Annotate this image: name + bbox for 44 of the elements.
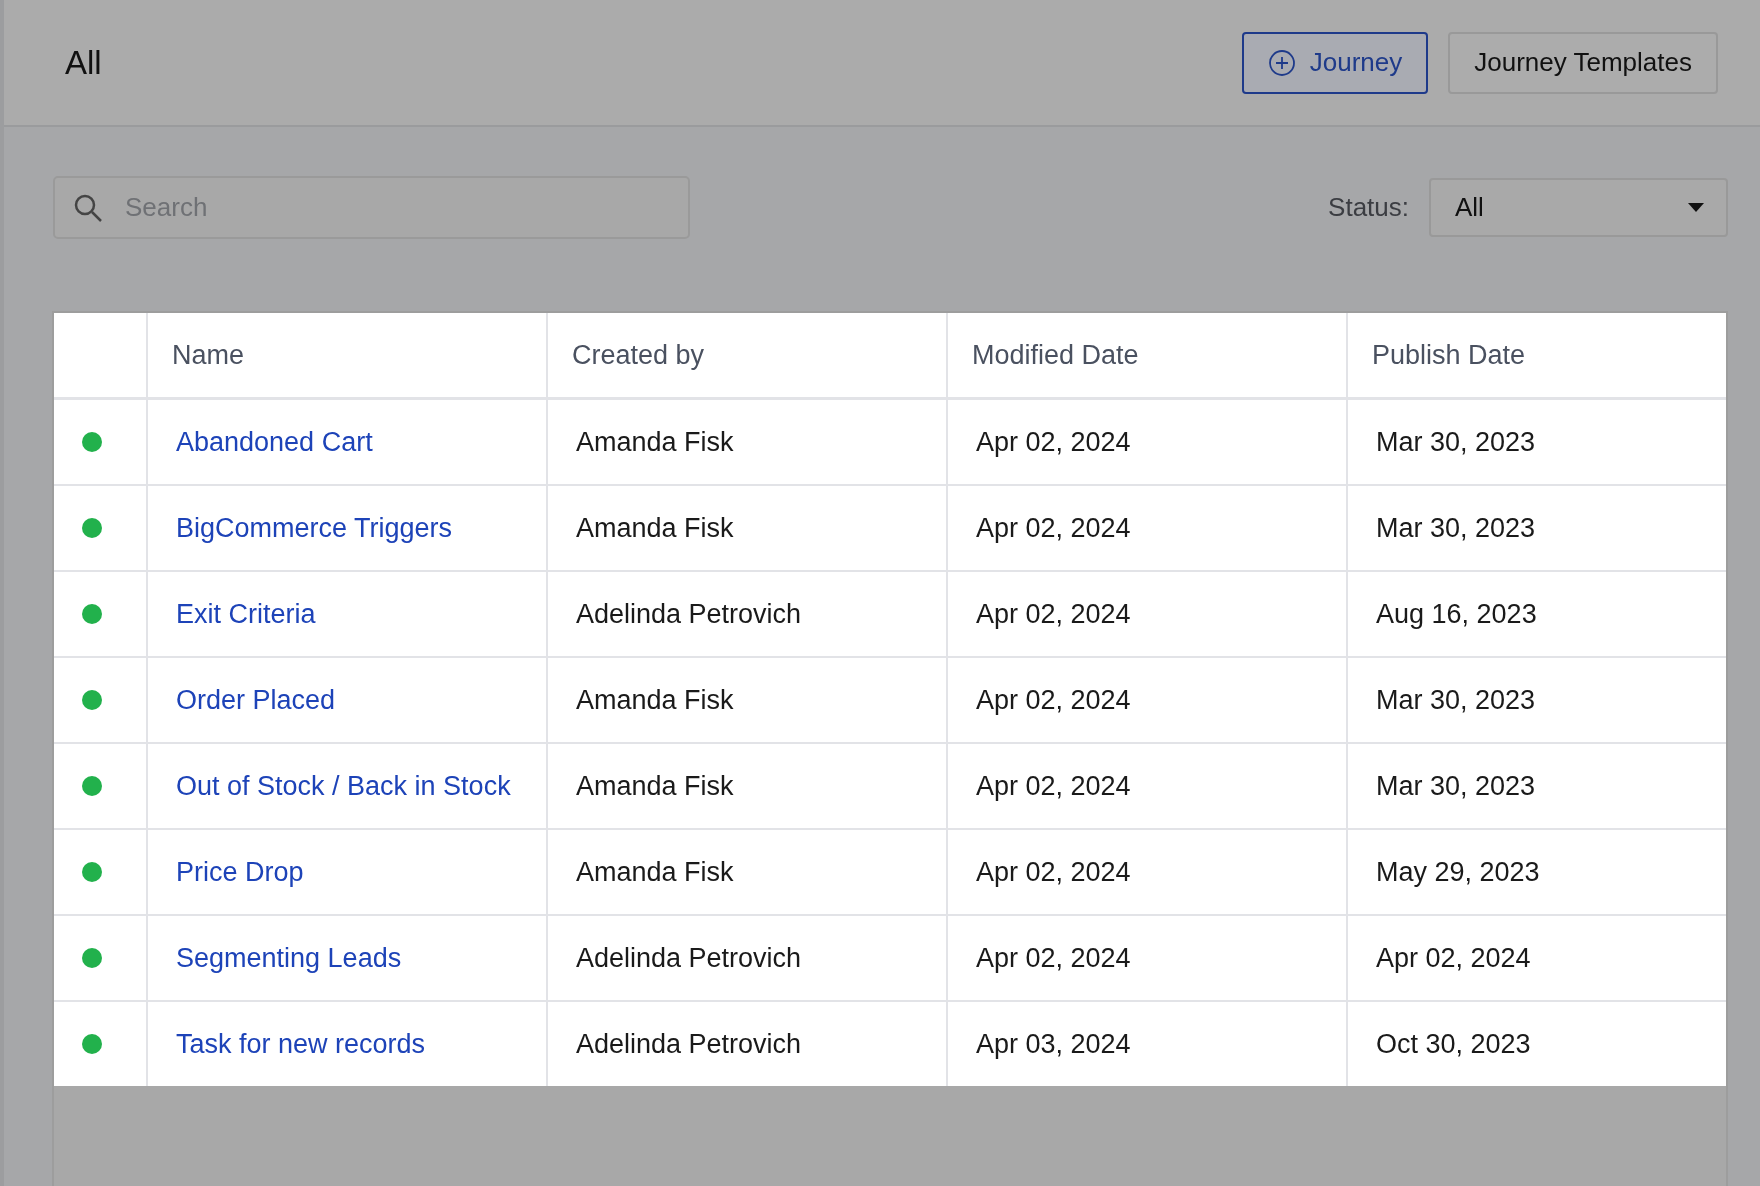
publish-date-text: May 29, 2023: [1376, 856, 1540, 887]
caret-icon: [1688, 203, 1704, 212]
templates-button[interactable]: Journey Templates: [1448, 31, 1718, 94]
journey-link[interactable]: Abandoned Cart: [176, 426, 373, 457]
journey-link[interactable]: Price Drop: [176, 856, 304, 887]
modified-date-text: Apr 02, 2024: [976, 512, 1131, 543]
creator-text: Adelinda Petrovich: [576, 942, 802, 973]
status-dropdown[interactable]: All: [1429, 178, 1728, 237]
modified-date-text: Apr 02, 2024: [976, 770, 1131, 801]
journey-link[interactable]: Order Placed: [176, 684, 336, 715]
creator-text: Amanda Fisk: [576, 684, 734, 715]
column-header: Name: [172, 339, 245, 370]
publish-date-text: Mar 30, 2023: [1376, 684, 1536, 715]
journey-link[interactable]: Out of Stock / Back in Stock: [176, 770, 511, 801]
modified-date-text: Apr 02, 2024: [976, 598, 1131, 629]
journey-link[interactable]: Exit Criteria: [176, 598, 316, 629]
status-label: Status:: [1328, 192, 1409, 223]
column-header: Created by: [572, 339, 705, 370]
publish-date-text: Mar 30, 2023: [1376, 426, 1536, 457]
modified-date-text: Apr 03, 2024: [976, 1028, 1131, 1059]
modified-date-text: Apr 02, 2024: [976, 942, 1131, 973]
modified-date-text: Apr 02, 2024: [976, 426, 1131, 457]
column-header: Modified Date: [972, 339, 1139, 370]
publish-date-text: Oct 30, 2023: [1376, 1028, 1531, 1059]
add-journey-button[interactable]: Journey: [1241, 31, 1429, 94]
publish-date-text: Mar 30, 2023: [1376, 512, 1536, 543]
column-header: Publish Date: [1372, 339, 1526, 370]
creator-text: Amanda Fisk: [576, 512, 734, 543]
modified-date-text: Apr 02, 2024: [976, 684, 1131, 715]
creator-text: Amanda Fisk: [576, 856, 734, 887]
creator-text: Adelinda Petrovich: [576, 1028, 802, 1059]
journey-link[interactable]: Segmenting Leads: [176, 942, 402, 973]
publish-date-text: Aug 16, 2023: [1376, 598, 1537, 629]
publish-date-text: Mar 30, 2023: [1376, 770, 1536, 801]
journey-link[interactable]: BigCommerce Triggers: [176, 512, 453, 543]
page-title: All: [65, 43, 103, 82]
search-field[interactable]: Search: [53, 176, 690, 239]
creator-text: Adelinda Petrovich: [576, 598, 802, 629]
modified-date-text: Apr 02, 2024: [976, 856, 1131, 887]
publish-date-text: Apr 02, 2024: [1376, 942, 1531, 973]
plus-circle-icon: [1267, 48, 1296, 77]
creator-text: Amanda Fisk: [576, 770, 734, 801]
creator-text: Amanda Fisk: [576, 426, 734, 457]
journey-link[interactable]: Task for new records: [176, 1028, 426, 1059]
